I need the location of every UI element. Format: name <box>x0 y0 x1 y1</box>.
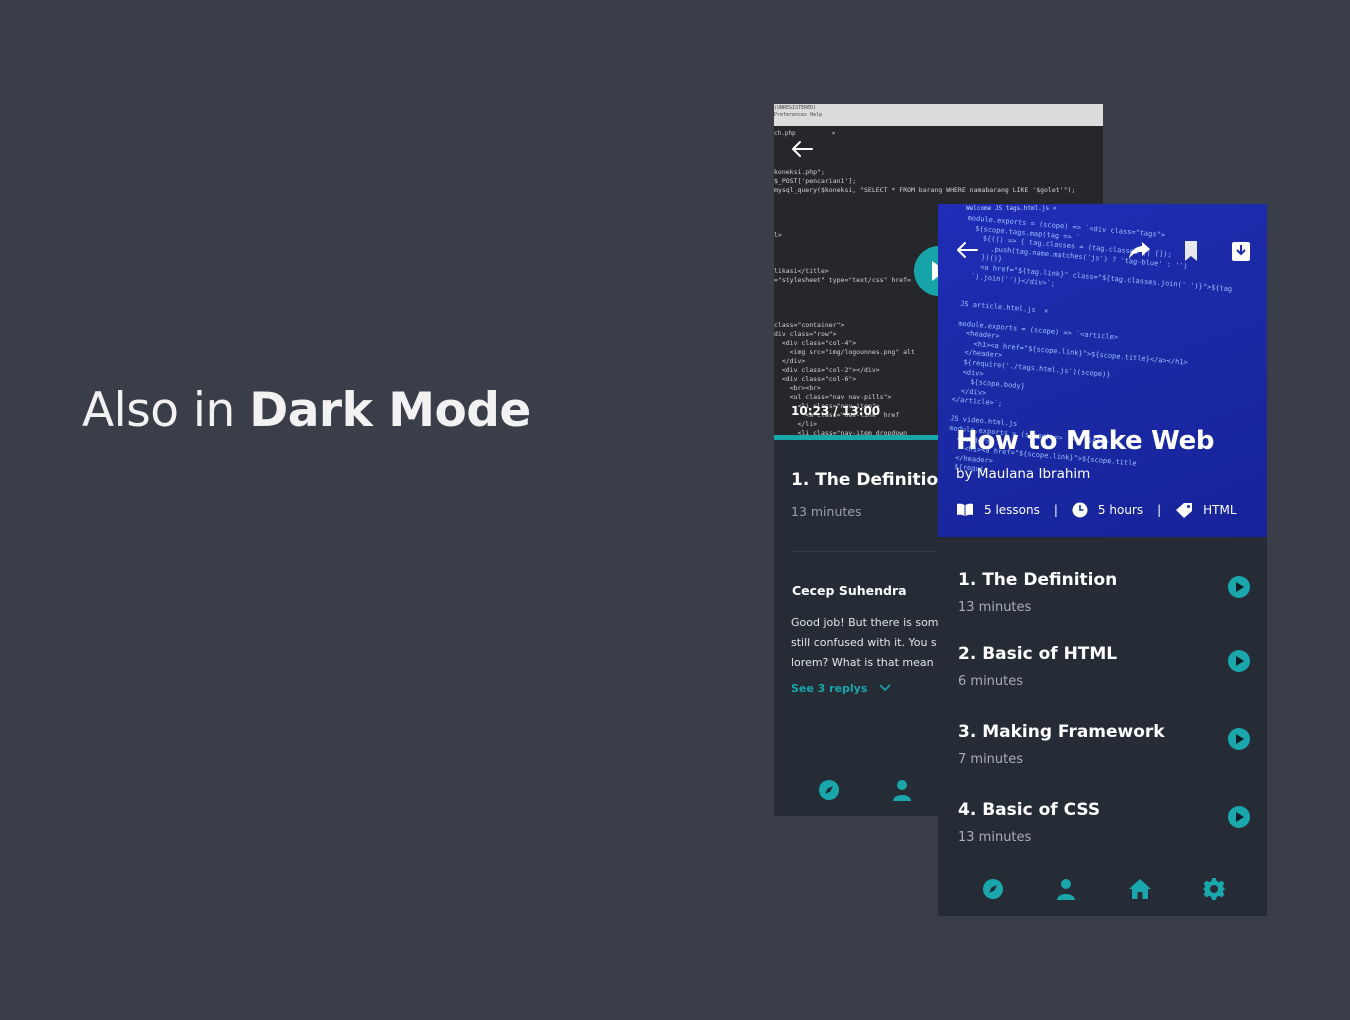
meta-separator: | <box>1157 503 1162 517</box>
back-arrow-icon[interactable] <box>790 140 814 158</box>
course-tag: HTML <box>1203 503 1237 517</box>
lesson-duration: 13 minutes <box>791 504 862 519</box>
ide-tab: ch.php × <box>774 130 835 137</box>
user-icon[interactable] <box>1054 877 1078 901</box>
headline: Also in Dark Mode <box>82 382 531 440</box>
play-icon[interactable] <box>1228 650 1250 672</box>
lesson-item[interactable]: 4. Basic of CSS 13 minutes <box>958 800 1250 856</box>
ide-menu-line: (UNREGISTERED) <box>774 105 817 111</box>
course-hero: Welcome JS tags.html.js × module.exports… <box>938 204 1267 537</box>
compass-icon[interactable] <box>817 778 841 802</box>
bookmark-icon[interactable] <box>1183 240 1199 262</box>
time-total: 13:00 <box>841 404 881 418</box>
meta-separator: | <box>1053 503 1058 517</box>
comment-author: Cecep Suhendra <box>792 583 907 598</box>
lesson-duration: 7 minutes <box>958 752 1024 767</box>
lesson-count: 5 lessons <box>984 503 1040 517</box>
course-screen: Welcome JS tags.html.js × module.exports… <box>938 204 1267 916</box>
course-meta: 5 lessons | 5 hours | HTML <box>956 502 1237 518</box>
lesson-duration: 13 minutes <box>958 830 1032 845</box>
lesson-duration: 6 minutes <box>958 674 1024 689</box>
gear-icon[interactable] <box>1202 877 1226 901</box>
book-icon <box>957 503 973 516</box>
share-icon[interactable] <box>1128 240 1152 260</box>
time-current: 10:23 <box>791 404 830 418</box>
ide-tab-file: ch.php <box>774 130 796 137</box>
back-arrow-icon[interactable] <box>955 240 979 260</box>
hero-code-image: module.exports = (scope) => `<div class=… <box>945 214 1267 503</box>
play-icon[interactable] <box>1228 806 1250 828</box>
video-time: 10:23 / 13:00 <box>791 404 881 418</box>
headline-light: Also in <box>82 383 250 438</box>
code-line: $_POST['pencarian1']; <box>774 177 857 185</box>
comment-text-line: lorem? What is that mean <box>791 656 934 669</box>
lesson-item[interactable]: 2. Basic of HTML 6 minutes <box>958 644 1250 700</box>
chevron-down-icon <box>879 682 891 695</box>
compass-icon[interactable] <box>981 877 1005 901</box>
comment-text-line: still confused with it. You s <box>791 636 937 649</box>
home-icon[interactable] <box>1128 877 1152 901</box>
lesson-title: 1. The Definition <box>791 470 951 490</box>
ide-menu-line: Preferences Help <box>774 112 823 118</box>
comment-text-line: Good job! But there is som <box>791 616 939 629</box>
editor-tabs: Welcome JS tags.html.js × <box>966 205 1057 212</box>
see-replies-link[interactable]: See 3 replys <box>791 682 891 695</box>
play-icon[interactable] <box>1228 728 1250 750</box>
lesson-title: 1. The Definition <box>958 570 1118 590</box>
play-icon[interactable] <box>1228 576 1250 598</box>
lesson-title: 2. Basic of HTML <box>958 644 1118 664</box>
lesson-duration: 13 minutes <box>958 600 1032 615</box>
lesson-title: 3. Making Framework <box>958 722 1165 742</box>
download-icon[interactable] <box>1231 240 1251 262</box>
ide-menu-bar: (UNREGISTERED) Preferences Help <box>774 104 1103 126</box>
user-icon[interactable] <box>890 778 914 802</box>
code-line: mysql_query($koneksi, "SELECT * FROM bar… <box>774 186 1076 194</box>
lesson-item[interactable]: 1. The Definition 13 minutes <box>958 570 1250 626</box>
course-author: by Maulana Ibrahim <box>956 466 1091 482</box>
course-hours: 5 hours <box>1097 503 1144 517</box>
tag-icon <box>1176 503 1193 518</box>
ide-tab-close: × <box>831 130 836 137</box>
see-replies-label: See 3 replys <box>791 682 868 695</box>
course-title: How to Make Web <box>956 426 1215 456</box>
lesson-item[interactable]: 3. Making Framework 7 minutes <box>958 722 1250 778</box>
headline-bold: Dark Mode <box>249 383 531 438</box>
code-line: koneksi.php"; <box>774 168 825 176</box>
clock-icon <box>1072 502 1088 518</box>
lesson-title: 4. Basic of CSS <box>958 800 1101 820</box>
